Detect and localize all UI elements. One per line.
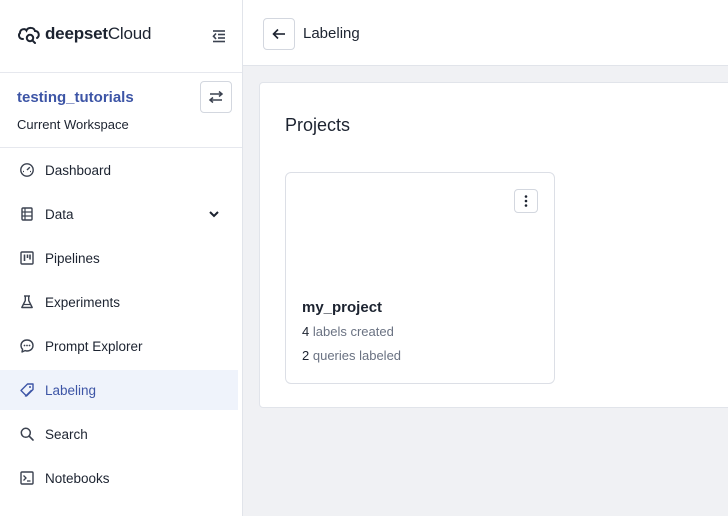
workspace-subtitle: Current Workspace: [17, 117, 129, 132]
page-title: Labeling: [303, 25, 360, 42]
sidebar: deepsetCloud testing_tutorials Current W…: [0, 0, 243, 516]
sidebar-item-label: Search: [45, 426, 88, 442]
workspace-name[interactable]: testing_tutorials: [17, 89, 134, 106]
sidebar-item-label: Experiments: [45, 294, 121, 310]
labels-text: labels created: [312, 324, 394, 339]
project-name[interactable]: my_project: [302, 299, 382, 316]
deepset-logo[interactable]: deepsetCloud: [17, 24, 151, 44]
workspace-section: testing_tutorials Current Workspace: [0, 73, 242, 148]
project-menu-button[interactable]: [514, 189, 538, 213]
sidebar-item-label: Data: [45, 206, 74, 222]
top-bar: Labeling: [243, 0, 728, 66]
flask-icon: [21, 295, 33, 309]
chevron-down-icon[interactable]: [207, 207, 221, 221]
logo-row: deepsetCloud: [0, 0, 242, 73]
arrow-left-icon: [272, 28, 285, 40]
terminal-icon: [20, 471, 34, 485]
labels-created-stat: 4 labels created: [302, 324, 394, 339]
cloud-logo-icon: [18, 26, 40, 44]
brand-name: deepsetCloud: [45, 24, 152, 43]
sidebar-item-label: Prompt Explorer: [45, 338, 143, 354]
chat-icon: [20, 339, 34, 353]
collapse-sidebar-icon[interactable]: [210, 27, 228, 45]
project-card[interactable]: my_project 4 labels created 2 queries la…: [285, 172, 555, 384]
more-vertical-icon: [524, 195, 528, 207]
sidebar-item-dashboard[interactable]: Dashboard: [0, 150, 242, 190]
sidebar-item-experiments[interactable]: Experiments: [0, 282, 242, 322]
sidebar-item-notebooks[interactable]: Notebooks: [0, 458, 242, 498]
sidebar-item-label: Dashboard: [45, 162, 112, 178]
kanban-icon: [20, 251, 34, 265]
sidebar-item-prompt-explorer[interactable]: Prompt Explorer: [0, 326, 242, 366]
sidebar-item-pipelines[interactable]: Pipelines: [0, 238, 242, 278]
switch-workspace-button[interactable]: [200, 81, 232, 113]
sidebar-item-search[interactable]: Search: [0, 414, 242, 454]
sidebar-item-labeling[interactable]: Labeling: [0, 370, 238, 410]
search-icon: [20, 427, 34, 441]
labels-count: 4: [302, 324, 310, 339]
queries-labeled-stat: 2 queries labeled: [302, 348, 401, 363]
sidebar-item-label: Labeling: [45, 382, 97, 398]
section-title: Projects: [285, 115, 351, 135]
sidebar-item-label: Pipelines: [45, 250, 100, 266]
projects-panel: Projects my_project 4 labels created 2 q…: [259, 82, 728, 408]
sidebar-nav: Dashboard Data Pipelines Experiments Pro…: [0, 150, 242, 502]
gauge-icon: [20, 163, 34, 177]
queries-count: 2: [302, 348, 310, 363]
back-button[interactable]: [263, 18, 295, 50]
swap-icon: [208, 90, 224, 104]
tag-icon: [20, 383, 34, 397]
sidebar-item-label: Notebooks: [45, 470, 110, 486]
database-icon: [21, 207, 33, 221]
queries-text: queries labeled: [312, 348, 402, 363]
sidebar-item-data[interactable]: Data: [0, 194, 242, 234]
